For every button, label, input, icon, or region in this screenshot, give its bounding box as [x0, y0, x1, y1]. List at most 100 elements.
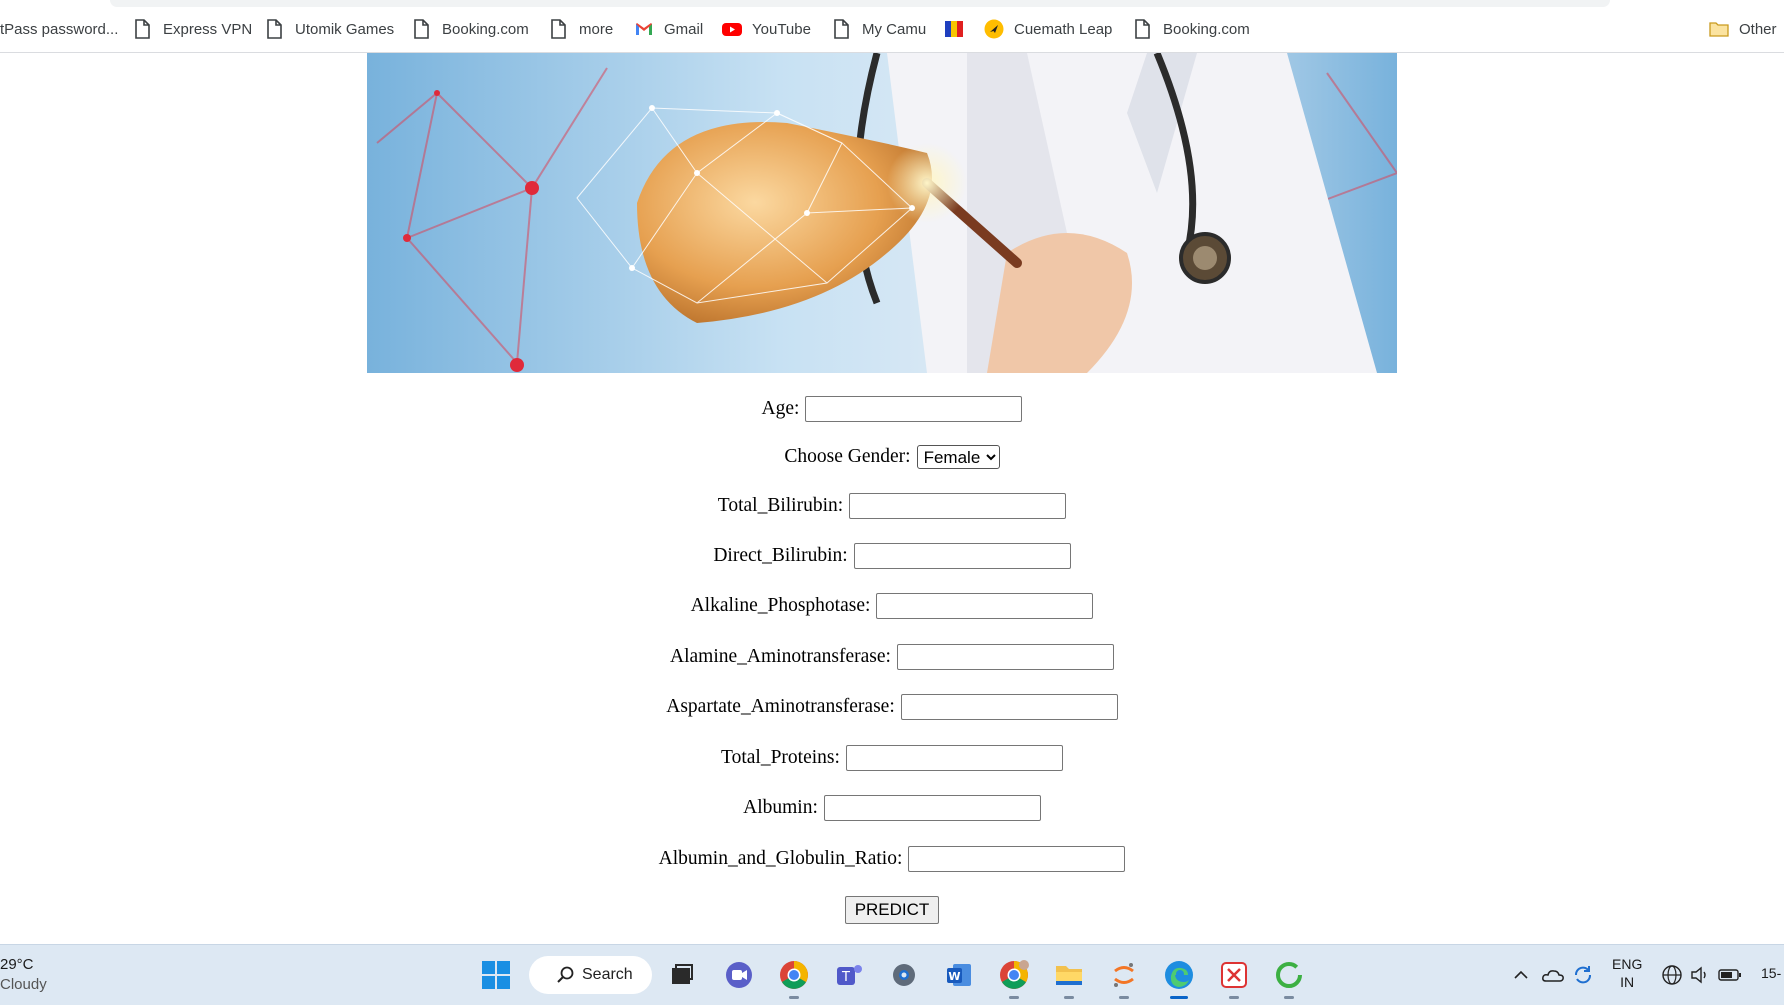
alamine-aminotransferase-row: Alamine_Aminotransferase:: [0, 644, 1784, 670]
total-bilirubin-input[interactable]: [849, 493, 1067, 519]
camu-flag-icon: [944, 19, 964, 39]
aspartate-aminotransferase-input[interactable]: [900, 694, 1118, 720]
bookmark-passbolt[interactable]: tPass password...: [0, 17, 118, 41]
globe-icon: [1662, 965, 1682, 985]
alkaline-phosphotase-input[interactable]: [876, 593, 1094, 619]
direct-bilirubin-row: Direct_Bilirubin:: [0, 543, 1784, 569]
settings-button[interactable]: [886, 957, 922, 993]
chrome-button[interactable]: [776, 957, 812, 999]
bookmark-my-camu[interactable]: My Camu: [832, 17, 926, 41]
weather-widget[interactable]: 29°C Cloudy: [0, 955, 47, 995]
bookmark-label: Booking.com: [1163, 20, 1250, 38]
search-label: Search: [582, 966, 633, 983]
gender-label: Choose Gender:: [784, 446, 911, 467]
teams-chat-button[interactable]: [721, 957, 757, 993]
age-input[interactable]: [805, 396, 1023, 422]
page-icon: [412, 19, 432, 39]
alamine-aminotransferase-input[interactable]: [896, 644, 1114, 670]
direct-bilirubin-label: Direct_Bilirubin:: [713, 545, 848, 566]
running-indicator: [789, 996, 799, 999]
taskbar-search[interactable]: Search: [529, 956, 652, 994]
jupyter-button[interactable]: [1106, 957, 1142, 999]
predict-button[interactable]: PREDICT: [844, 896, 940, 924]
teams-icon: T: [837, 965, 862, 985]
bookmark-label: Express VPN: [163, 20, 253, 38]
bookmarks-bar: tPass password... Express VPN Utomik Gam…: [0, 0, 1784, 53]
bookmark-label: more: [579, 20, 614, 38]
page-icon: [265, 19, 285, 39]
direct-bilirubin-input[interactable]: [853, 543, 1071, 569]
albumin-input[interactable]: [823, 795, 1041, 821]
bookmark-label: Cuemath Leap: [1014, 20, 1113, 38]
loading-app-button[interactable]: [1271, 957, 1307, 999]
language-indicator[interactable]: ENG IN: [1612, 955, 1642, 991]
page-icon: [832, 19, 852, 39]
show-hidden-icons-button[interactable]: [1503, 957, 1539, 993]
total-proteins-input[interactable]: [845, 745, 1063, 771]
gmail-icon: [634, 19, 654, 39]
bookmark-camu-flag[interactable]: [944, 17, 974, 41]
alkaline-phosphotase-row: Alkaline_Phosphotase:: [0, 593, 1784, 619]
search-icon: [557, 966, 574, 983]
edge-icon: [1165, 961, 1193, 989]
aspartate-aminotransferase-row: Aspartate_Aminotransferase:: [0, 694, 1784, 720]
gender-row: Choose Gender: Female: [0, 445, 1784, 469]
bookmark-label: Utomik Games: [295, 20, 395, 38]
task-view-icon: [672, 964, 693, 984]
teams-button[interactable]: T: [831, 957, 867, 993]
file-explorer-button[interactable]: [1051, 957, 1087, 999]
page-icon: [133, 19, 153, 39]
edge-button[interactable]: [1161, 957, 1197, 999]
battery-button[interactable]: [1712, 957, 1748, 993]
bookmark-label: My Camu: [862, 20, 927, 38]
albumin-row: Albumin:: [0, 795, 1784, 821]
chrome-icon: [780, 961, 808, 989]
gender-select[interactable]: Female: [916, 445, 1000, 469]
bookmark-gmail[interactable]: Gmail: [634, 17, 703, 41]
alamine-aminotransferase-label: Alamine_Aminotransferase:: [670, 646, 891, 667]
word-icon: W: [947, 964, 971, 986]
total-bilirubin-row: Total_Bilirubin:: [0, 493, 1784, 519]
running-indicator: [1284, 996, 1294, 999]
total-bilirubin-label: Total_Bilirubin:: [717, 495, 844, 516]
start-button[interactable]: [478, 957, 514, 993]
weather-condition: Cloudy: [0, 976, 47, 993]
sync-icon: [1575, 966, 1591, 984]
bookmark-label: Other: [1739, 20, 1777, 38]
albumin-globulin-ratio-label: Albumin_and_Globulin_Ratio:: [658, 848, 903, 869]
weather-temperature: 29°C: [0, 956, 34, 973]
bookmark-express-vpn[interactable]: Express VPN: [133, 17, 252, 41]
svg-text:T: T: [841, 970, 850, 985]
task-view-button[interactable]: [664, 957, 700, 993]
albumin-globulin-ratio-input[interactable]: [908, 846, 1126, 872]
bookmark-cuemath[interactable]: Cuemath Leap: [984, 17, 1112, 41]
bookmark-booking-2[interactable]: Booking.com: [1133, 17, 1250, 41]
jupyter-icon: [1114, 963, 1134, 987]
bookmark-utomik-games[interactable]: Utomik Games: [265, 17, 394, 41]
address-bar-edge: [110, 0, 1610, 7]
snipping-tool-icon: [1221, 962, 1247, 988]
bookmark-more[interactable]: more: [549, 17, 613, 41]
spinner-icon: [1276, 962, 1302, 988]
bookmark-booking[interactable]: Booking.com: [412, 17, 529, 41]
region-code: IN: [1620, 974, 1635, 990]
speaker-icon: [1691, 966, 1706, 984]
snipping-tool-button[interactable]: [1216, 957, 1252, 999]
svg-text:W: W: [948, 970, 960, 983]
bookmark-label: YouTube: [752, 20, 811, 38]
running-indicator: [1009, 996, 1019, 999]
bookmark-other-folder[interactable]: Other: [1709, 17, 1777, 41]
language-code: ENG: [1612, 956, 1643, 972]
predict-row: PREDICT: [0, 896, 1784, 924]
chrome-profile-button[interactable]: [996, 957, 1032, 999]
bookmark-youtube[interactable]: YouTube: [722, 17, 811, 41]
windows-icon: [482, 961, 510, 989]
active-indicator: [1170, 996, 1188, 999]
running-indicator: [1229, 996, 1239, 999]
youtube-icon: [722, 19, 742, 39]
word-button[interactable]: W: [941, 957, 977, 993]
sync-button[interactable]: [1565, 957, 1601, 993]
gear-icon: [893, 964, 915, 986]
clock[interactable]: 15-: [1761, 965, 1781, 981]
chevron-up-icon: [1514, 970, 1528, 979]
